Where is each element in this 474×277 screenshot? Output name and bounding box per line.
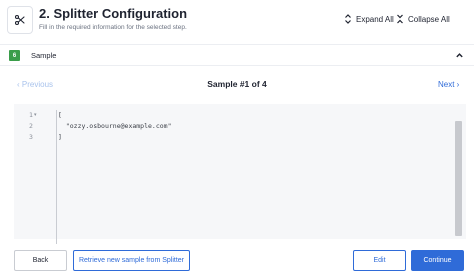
edit-button[interactable]: Edit — [353, 250, 406, 271]
retrieve-sample-button[interactable]: Retrieve new sample from Splitter — [73, 250, 190, 271]
editor-gutter: 1 ▾ 2 3 — [14, 104, 44, 239]
code-line: [ — [58, 111, 62, 119]
collapse-all-button[interactable]: Collapse All — [396, 12, 450, 26]
editor-indent-guide — [56, 110, 57, 244]
expand-all-label: Expand All — [356, 14, 394, 24]
chevron-up-icon[interactable] — [455, 51, 464, 60]
sample-pager: ‹ Previous Sample #1 of 4 Next › — [0, 78, 474, 94]
chevron-right-icon: › — [454, 80, 460, 89]
collapse-all-label: Collapse All — [408, 14, 450, 24]
step-header: 2. Splitter Configuration Fill in the re… — [0, 0, 474, 42]
fold-arrow-icon[interactable]: ▾ — [34, 112, 37, 118]
section-step-badge: 6 — [9, 50, 20, 61]
editor-scrollbar[interactable] — [455, 121, 462, 236]
collapse-icon — [397, 14, 403, 24]
code-line: "ozzy.osbourne@example.com" — [58, 122, 172, 130]
line-number: 2 — [29, 122, 33, 130]
line-number: 3 — [29, 133, 33, 141]
step-title: 2. Splitter Configuration — [39, 6, 188, 21]
code-line: ] — [58, 133, 62, 141]
sample-code-editor[interactable]: 1 ▾ 2 3 [ "ozzy.osbourne@example.com" ] — [14, 104, 466, 244]
step-subtitle: Fill in the required information for the… — [39, 24, 187, 31]
step-icon-box — [7, 6, 33, 34]
next-label: Next — [438, 80, 455, 89]
section-label: Sample — [31, 51, 57, 60]
next-sample-button[interactable]: Next › — [438, 80, 459, 89]
expand-all-button[interactable]: Expand All — [344, 12, 394, 26]
sample-section-header[interactable]: 6 Sample — [0, 44, 474, 66]
sample-counter: Sample #1 of 4 — [207, 79, 267, 89]
back-button[interactable]: Back — [14, 250, 67, 271]
continue-button[interactable]: Continue — [411, 250, 464, 271]
line-number: 1 — [29, 111, 33, 119]
scissors-icon — [14, 14, 25, 26]
expand-icon — [345, 14, 351, 24]
